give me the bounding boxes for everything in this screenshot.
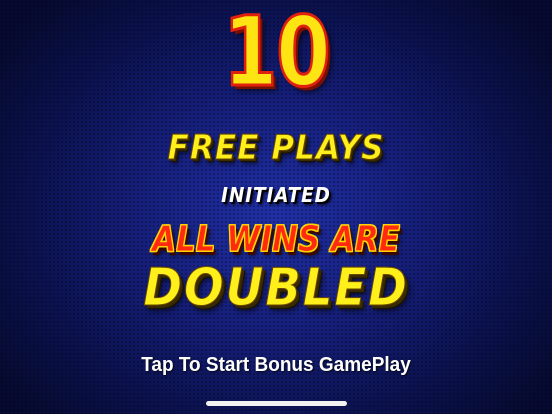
free-plays-label: FREE PLAYS [167, 128, 385, 169]
all-wins-label: ALL WINS ARE [152, 219, 401, 261]
initiated-label: INITIATED [221, 183, 331, 207]
doubled-label: DOUBLED [143, 258, 409, 319]
home-indicator[interactable] [206, 401, 347, 406]
bonus-screen[interactable]: 10 FREE PLAYS INITIATED ALL WINS ARE DOU… [0, 0, 552, 414]
free-plays-count: 10 [222, 0, 332, 108]
tap-to-start-button[interactable]: Tap To Start Bonus GamePlay [14, 352, 538, 378]
